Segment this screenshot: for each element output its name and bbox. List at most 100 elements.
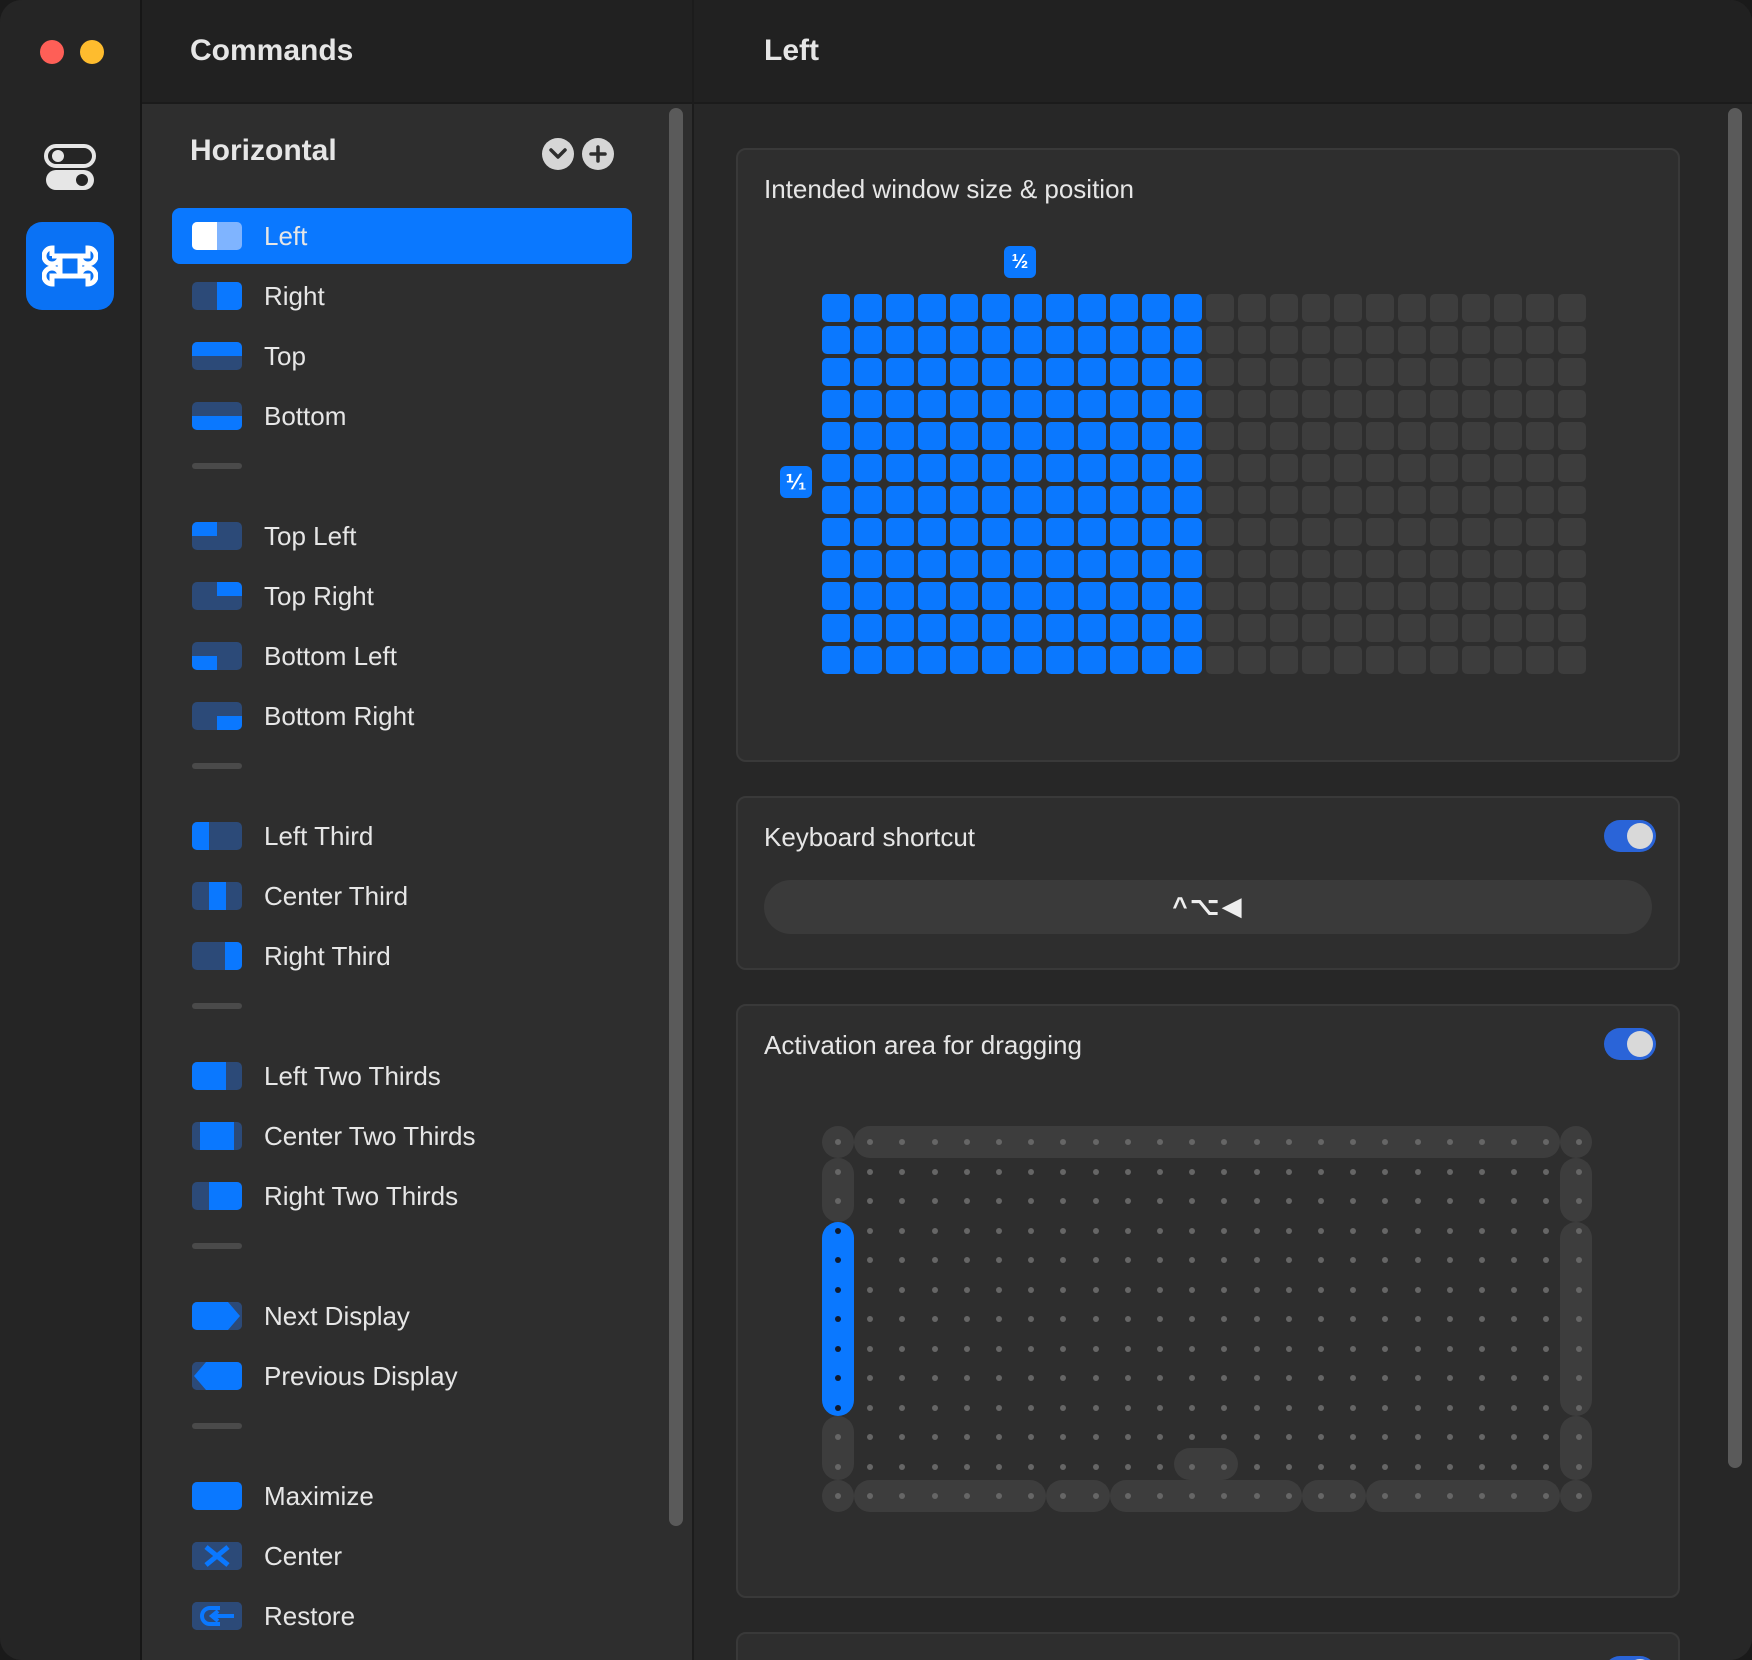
add-icon[interactable] [582, 138, 614, 170]
grid-cell[interactable] [1014, 646, 1042, 674]
grid-cell[interactable] [886, 550, 914, 578]
grid-cell[interactable] [1238, 614, 1266, 642]
grid-cell[interactable] [1558, 486, 1586, 514]
grid-cell[interactable] [822, 294, 850, 322]
grid-cell[interactable] [822, 390, 850, 418]
grid-cell[interactable] [1110, 614, 1138, 642]
grid-cell[interactable] [1142, 486, 1170, 514]
grid-cell[interactable] [1302, 390, 1330, 418]
grid-cell[interactable] [982, 486, 1010, 514]
grid-cell[interactable] [1110, 646, 1138, 674]
grid-cell[interactable] [1142, 294, 1170, 322]
grid-cell[interactable] [1334, 486, 1362, 514]
grid-cell[interactable] [1270, 550, 1298, 578]
grid-cell[interactable] [1366, 422, 1394, 450]
grid-cell[interactable] [1238, 550, 1266, 578]
grid-cell[interactable] [886, 422, 914, 450]
grid-cell[interactable] [1366, 486, 1394, 514]
grid-cell[interactable] [1494, 326, 1522, 354]
grid-cell[interactable] [950, 390, 978, 418]
grid-cell[interactable] [1206, 358, 1234, 386]
grid-cell[interactable] [1174, 358, 1202, 386]
grid-cell[interactable] [1334, 454, 1362, 482]
grid-cell[interactable] [1558, 614, 1586, 642]
grid-cell[interactable] [1238, 422, 1266, 450]
grid-cell[interactable] [1334, 614, 1362, 642]
grid-cell[interactable] [1334, 390, 1362, 418]
grid-cell[interactable] [1494, 646, 1522, 674]
grid-cell[interactable] [1430, 486, 1458, 514]
grid-cell[interactable] [1078, 422, 1106, 450]
grid-cell[interactable] [1494, 582, 1522, 610]
grid-cell[interactable] [982, 454, 1010, 482]
grid-cell[interactable] [1174, 646, 1202, 674]
grid-cell[interactable] [1334, 294, 1362, 322]
grid-cell[interactable] [886, 326, 914, 354]
grid-cell[interactable] [1430, 422, 1458, 450]
grid-cell[interactable] [950, 422, 978, 450]
grid-cell[interactable] [822, 486, 850, 514]
grid-cell[interactable] [1398, 390, 1426, 418]
grid-cell[interactable] [1398, 614, 1426, 642]
command-item-bottom-left[interactable]: Bottom Left [172, 628, 632, 684]
close-window-button[interactable] [40, 40, 64, 64]
grid-cell[interactable] [982, 646, 1010, 674]
grid-cell[interactable] [1174, 518, 1202, 546]
grid-cell[interactable] [886, 646, 914, 674]
command-item-right[interactable]: Right [172, 268, 632, 324]
grid-cell[interactable] [918, 294, 946, 322]
grid-cell[interactable] [886, 454, 914, 482]
grid-cell[interactable] [1142, 358, 1170, 386]
grid-cell[interactable] [1078, 614, 1106, 642]
grid-cell[interactable] [1302, 486, 1330, 514]
grid-cell[interactable] [1142, 550, 1170, 578]
grid-cell[interactable] [1494, 454, 1522, 482]
grid-cell[interactable] [1526, 518, 1554, 546]
grid-cell[interactable] [1110, 454, 1138, 482]
grid-cell[interactable] [1366, 326, 1394, 354]
grid-cell[interactable] [1526, 550, 1554, 578]
grid-cell[interactable] [1270, 358, 1298, 386]
activation-zone-left-edge-top[interactable] [822, 1158, 854, 1222]
grid-cell[interactable] [982, 358, 1010, 386]
grid-cell[interactable] [1462, 326, 1490, 354]
grid-cell[interactable] [1334, 358, 1362, 386]
grid-cell[interactable] [822, 646, 850, 674]
grid-cell[interactable] [1558, 294, 1586, 322]
grid-cell[interactable] [854, 646, 882, 674]
grid-cell[interactable] [1462, 614, 1490, 642]
grid-cell[interactable] [886, 390, 914, 418]
grid-cell[interactable] [982, 550, 1010, 578]
grid-cell[interactable] [1206, 454, 1234, 482]
grid-cell[interactable] [822, 326, 850, 354]
grid-cell[interactable] [822, 518, 850, 546]
grid-cell[interactable] [1398, 582, 1426, 610]
grid-cell[interactable] [1366, 294, 1394, 322]
grid-cell[interactable] [950, 614, 978, 642]
grid-cell[interactable] [854, 486, 882, 514]
grid-cell[interactable] [1174, 614, 1202, 642]
grid-cell[interactable] [982, 582, 1010, 610]
grid-cell[interactable] [918, 614, 946, 642]
grid-cell[interactable] [1142, 582, 1170, 610]
grid-cell[interactable] [1526, 390, 1554, 418]
grid-cell[interactable] [1206, 486, 1234, 514]
grid-cell[interactable] [1526, 614, 1554, 642]
grid-cell[interactable] [1302, 614, 1330, 642]
grid-cell[interactable] [1270, 486, 1298, 514]
grid-cell[interactable] [1174, 550, 1202, 578]
grid-cell[interactable] [822, 582, 850, 610]
grid-cell[interactable] [1046, 454, 1074, 482]
grid-cell[interactable] [1174, 486, 1202, 514]
command-item-restore[interactable]: Restore [172, 1588, 632, 1644]
grid-cell[interactable] [1558, 582, 1586, 610]
grid-cell[interactable] [1494, 550, 1522, 578]
grid-cell[interactable] [1110, 550, 1138, 578]
grid-cell[interactable] [1014, 326, 1042, 354]
grid-cell[interactable] [1430, 582, 1458, 610]
grid-cell[interactable] [886, 294, 914, 322]
grid-cell[interactable] [982, 614, 1010, 642]
grid-cell[interactable] [1302, 646, 1330, 674]
grid-cell[interactable] [1174, 294, 1202, 322]
grid-cell[interactable] [918, 422, 946, 450]
